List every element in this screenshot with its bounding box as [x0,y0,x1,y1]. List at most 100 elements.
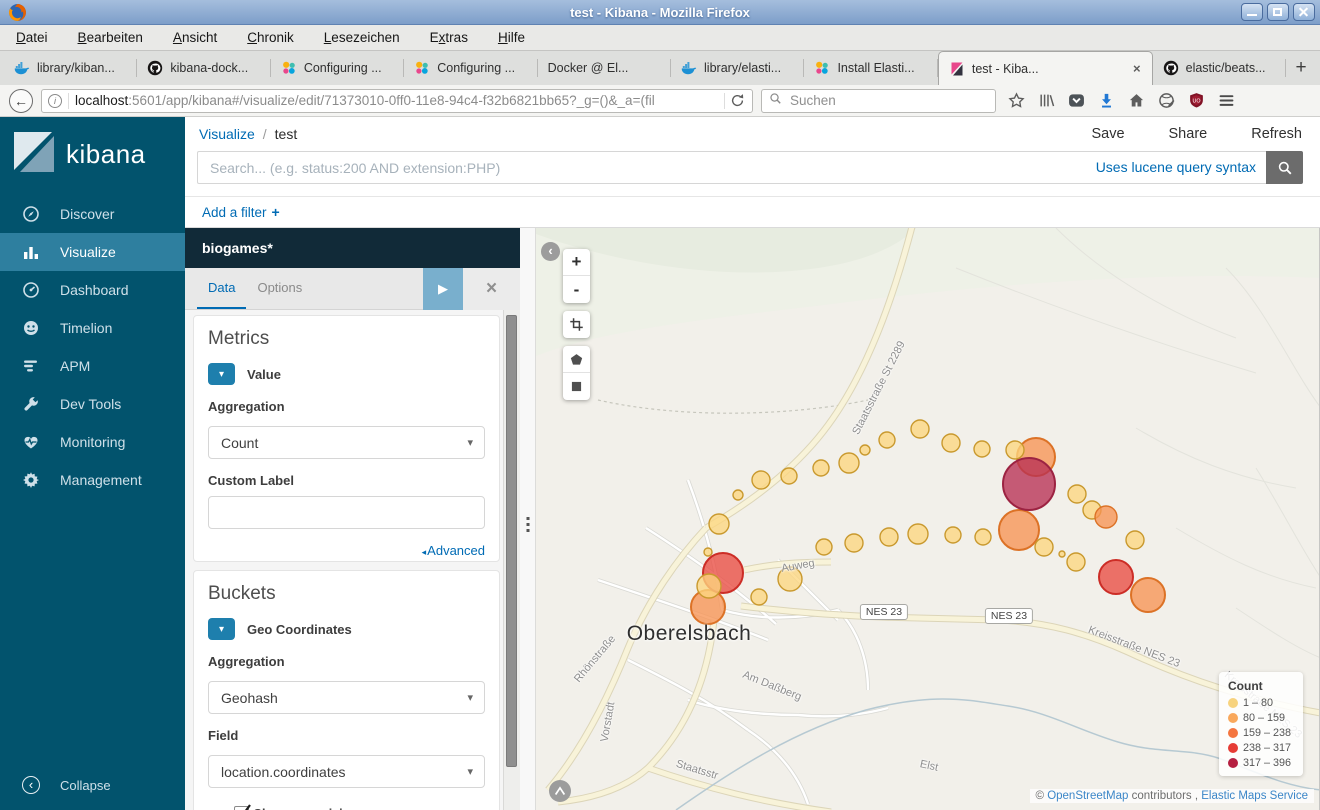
map-bubble[interactable] [974,441,990,457]
map-bubble[interactable] [880,528,898,546]
maximize-button[interactable] [1267,3,1289,21]
sidebar-item-monitoring[interactable]: Monitoring [0,423,185,461]
map-bubble[interactable] [709,514,729,534]
map-bubble[interactable] [1067,553,1085,571]
sidebar-item-timelion[interactable]: Timelion [0,309,185,347]
collapse-panel-chevron-button[interactable]: ‹ [541,242,560,261]
browser-tab-configuring[interactable]: Configuring ... [271,51,404,85]
refresh-button[interactable]: Refresh [1251,126,1302,142]
screenshot-icon[interactable] [1158,92,1175,109]
map-bubble[interactable] [879,432,895,448]
panel-resizer[interactable] [520,228,535,810]
elastic-maps-service-link[interactable]: Elastic Maps Service [1201,790,1308,802]
draw-rectangle-button[interactable] [563,373,590,400]
browser-tab-install-elasti[interactable]: Install Elasti... [804,51,937,85]
sidebar-item-dashboard[interactable]: Dashboard [0,271,185,309]
map-bubble[interactable] [697,574,721,598]
close-button[interactable] [1293,3,1315,21]
map-bubble[interactable] [1126,531,1144,549]
menu-item[interactable]: Lesezeichen [324,30,400,45]
map-bubble[interactable] [752,471,770,489]
menu-item[interactable]: Extras [430,30,468,45]
new-tab-button[interactable]: + [1286,53,1316,83]
editor-tab-options[interactable]: Options [246,268,313,309]
map-bubble[interactable] [999,510,1039,550]
query-search-button[interactable] [1266,151,1303,184]
sidebar-item-apm[interactable]: APM [0,347,185,385]
sidebar-item-management[interactable]: Management [0,461,185,499]
zoom-in-button[interactable]: + [563,249,590,276]
sidebar-item-discover[interactable]: Discover [0,195,185,233]
map-bubble[interactable] [781,468,797,484]
menu-item[interactable]: Hilfe [498,30,525,45]
sidebar-item-dev-tools[interactable]: Dev Tools [0,385,185,423]
minimize-button[interactable] [1241,3,1263,21]
map-bubble[interactable] [908,524,928,544]
fit-bounds-button[interactable] [563,311,590,338]
map-bubble[interactable] [1131,578,1165,612]
map-bubble[interactable] [1035,538,1053,556]
ublock-icon[interactable]: UO [1188,92,1205,109]
breadcrumb-visualize-link[interactable]: Visualize [199,126,255,142]
map-bubble[interactable] [839,453,859,473]
menu-icon[interactable] [1218,92,1235,109]
bucket-collapse-button[interactable]: ▾ [208,618,235,640]
home-icon[interactable] [1128,92,1145,109]
sidebar-item-visualize[interactable]: Visualize [0,233,185,271]
map-bubble[interactable] [1068,485,1086,503]
apply-changes-button[interactable]: ▶ [423,268,463,310]
add-filter-plus-icon[interactable]: + [272,204,280,220]
map-bubble[interactable] [945,527,961,543]
browser-search-bar[interactable] [761,89,996,113]
reload-icon[interactable] [724,93,746,109]
browser-tab-docker-el[interactable]: Docker @ El... [538,51,671,85]
browser-tab-test-kiba[interactable]: test - Kiba... × [938,51,1153,85]
metric-aggregation-select[interactable]: Count ▾ [208,426,485,459]
url-bar[interactable]: i localhost:5601/app/kibana#/visualize/e… [41,89,753,113]
back-button[interactable]: ← [9,89,33,113]
field-select[interactable]: location.coordinates ▾ [208,755,485,788]
tab-close-icon[interactable]: × [1132,61,1142,76]
editor-tab-data[interactable]: Data [197,268,246,309]
map-bubble[interactable] [704,548,712,556]
map-bubble[interactable] [816,539,832,555]
sidebar-collapse-button[interactable]: ‹ Collapse [0,768,185,802]
scrollbar-thumb[interactable] [506,315,517,767]
browser-tab-elastic-beats[interactable]: elastic/beats... [1153,51,1286,85]
map-bubble[interactable] [911,420,929,438]
precision-checkbox[interactable] [234,806,249,810]
draw-polygon-button[interactable] [563,346,590,373]
menu-item[interactable]: Ansicht [173,30,217,45]
map-bubble[interactable] [975,529,991,545]
map-attribution-button[interactable] [549,780,571,802]
zoom-out-button[interactable]: - [563,276,590,303]
map-bubble[interactable] [1003,458,1055,510]
map-bubble[interactable] [860,445,870,455]
custom-label-input[interactable] [208,496,485,529]
map-bubble[interactable] [813,460,829,476]
map-bubble[interactable] [778,567,802,591]
download-icon[interactable] [1098,92,1115,109]
save-button[interactable]: Save [1091,126,1124,142]
star-icon[interactable] [1008,92,1025,109]
map-bubble[interactable] [942,434,960,452]
map-bubble[interactable] [751,589,767,605]
map-bubble[interactable] [845,534,863,552]
map-bubble[interactable] [1059,551,1065,557]
discard-changes-button[interactable]: × [463,268,520,310]
lucene-syntax-link[interactable]: Uses lucene query syntax [1096,159,1256,175]
browser-tab-configuring[interactable]: Configuring ... [404,51,537,85]
menu-item[interactable]: Chronik [247,30,294,45]
info-icon[interactable]: i [48,94,62,108]
metric-collapse-button[interactable]: ▾ [208,363,235,385]
coordinate-map[interactable]: Staatsstraße St 2289AuwegRhönstraßeVorst… [535,228,1320,810]
openstreetmap-link[interactable]: OpenStreetMap [1047,790,1128,802]
map-bubble[interactable] [1095,506,1117,528]
map-bubble[interactable] [733,490,743,500]
pocket-icon[interactable] [1068,92,1085,109]
menu-item[interactable]: Datei [16,30,48,45]
browser-tab-library-elasti[interactable]: library/elasti... [671,51,804,85]
bucket-aggregation-select[interactable]: Geohash ▾ [208,681,485,714]
browser-tab-library-kiban[interactable]: library/kiban... [4,51,137,85]
share-button[interactable]: Share [1169,126,1208,142]
